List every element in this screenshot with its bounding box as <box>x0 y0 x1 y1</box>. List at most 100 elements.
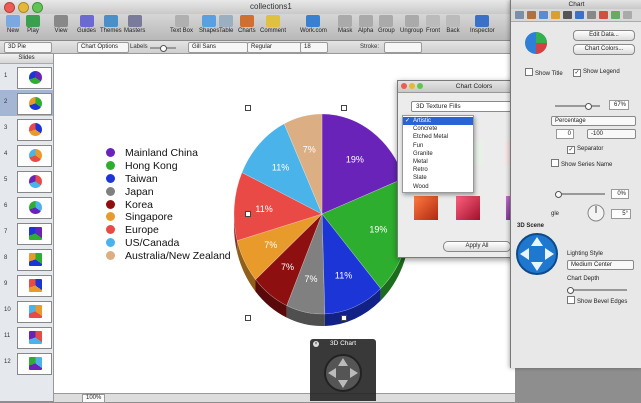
toolbar-new-button[interactable]: New <box>6 15 20 34</box>
toolbar-comment-button[interactable]: Comment <box>260 15 286 34</box>
toolbar-group-button[interactable]: Group <box>378 15 395 34</box>
slide-thumbnail[interactable] <box>17 327 52 349</box>
chart-options-button[interactable]: Chart Options <box>77 42 129 53</box>
slide-thumbnail-row[interactable]: 8 <box>0 246 53 272</box>
texture-menu-item[interactable]: Wood <box>403 183 473 191</box>
slide-thumbnail[interactable] <box>17 197 52 219</box>
chart-tab-icon[interactable] <box>599 11 608 19</box>
explode-field[interactable]: 0% <box>611 189 629 199</box>
texture-menu-item[interactable]: Metal <box>403 158 473 166</box>
metrics-tab-icon[interactable] <box>575 11 584 19</box>
texture-swatch-5[interactable] <box>456 196 480 220</box>
slide-thumbnail-row[interactable]: 9 <box>0 272 53 298</box>
slide-thumbnail-row[interactable]: 3 <box>0 116 53 142</box>
negative-format-select[interactable]: -100 <box>587 129 636 139</box>
build-tab-icon[interactable] <box>539 11 548 19</box>
texture-menu-item[interactable]: Retro <box>403 166 473 174</box>
slide-thumbnail[interactable] <box>17 93 52 115</box>
document-tab-icon[interactable] <box>515 11 524 19</box>
slide-thumbnail-row[interactable]: 12 <box>0 350 53 376</box>
show-legend-checkbox[interactable]: ✓ Show Legend <box>573 68 620 77</box>
slide-thumbnail-row[interactable]: 1 <box>0 64 53 90</box>
chart-colors-button[interactable]: Chart Colors... <box>573 44 635 55</box>
show-series-name-box[interactable] <box>551 159 559 167</box>
show-legend-box[interactable]: ✓ <box>573 69 581 77</box>
toolbar-play-button[interactable]: Play <box>26 15 40 34</box>
slide-thumbnail[interactable] <box>17 249 52 271</box>
toolbar-themes-button[interactable]: Themes <box>100 15 122 34</box>
toolbar-shapes-button[interactable]: Shapes <box>199 15 219 34</box>
slide-thumbnail[interactable] <box>17 67 52 89</box>
texture-menu-item[interactable]: Artistic <box>403 117 473 125</box>
slide-thumbnail-row[interactable]: 10 <box>0 298 53 324</box>
decimals-field[interactable]: 0 <box>556 129 574 139</box>
chart-depth-slider[interactable] <box>567 286 627 294</box>
toolbar-alpha-button[interactable]: Alpha <box>358 15 373 34</box>
toolbar-masters-button[interactable]: Masters <box>124 15 145 34</box>
toolbar-back-button[interactable]: Back <box>446 15 460 34</box>
toolbar-ungroup-button[interactable]: Ungroup <box>400 15 423 34</box>
rotation-wheel[interactable] <box>587 204 605 222</box>
show-series-name-checkbox[interactable]: Show Series Name <box>551 159 612 169</box>
selection-handle-top-left[interactable] <box>245 105 251 111</box>
slide-thumbnail-row[interactable]: 6 <box>0 194 53 220</box>
slide-thumbnail[interactable] <box>17 353 52 375</box>
slide-thumbnail[interactable] <box>17 119 52 141</box>
edit-data-button[interactable]: Edit Data... <box>573 30 635 41</box>
minimize-window-button[interactable] <box>18 2 29 13</box>
table-tab-icon[interactable] <box>587 11 596 19</box>
separator-checkbox[interactable]: ✓ Separator <box>567 145 603 154</box>
toolbar-text-box-button[interactable]: Text Box <box>170 15 193 34</box>
slide-thumbnail[interactable] <box>17 171 52 193</box>
selection-handle-left[interactable] <box>245 211 251 217</box>
show-title-box[interactable] <box>525 68 533 76</box>
toolbar-inspector-button[interactable]: Inspector <box>470 15 495 34</box>
toolbar-front-button[interactable]: Front <box>426 15 440 34</box>
toolbar-view-button[interactable]: View <box>54 15 68 34</box>
slide-thumbnail-row[interactable]: 11 <box>0 324 53 350</box>
text-tab-icon[interactable] <box>551 11 560 19</box>
texture-menu-item[interactable]: Granite <box>403 150 473 158</box>
selection-handle-bottom-left[interactable] <box>245 315 251 321</box>
toolbar-guides-button[interactable]: Guides <box>77 15 96 34</box>
quicktime-tab-icon[interactable] <box>623 11 632 19</box>
slide-type-select[interactable]: 3D Pie <box>4 42 52 53</box>
labels-slider-knob[interactable] <box>160 44 167 52</box>
close-window-button[interactable] <box>4 2 15 13</box>
stroke-style-select[interactable] <box>384 42 422 53</box>
lighting-style-select[interactable]: Medium Center <box>567 260 634 270</box>
opacity-slider-knob[interactable] <box>585 102 592 110</box>
show-title-checkbox[interactable]: Show Title <box>525 68 563 78</box>
font-size-select[interactable]: 18 <box>300 42 328 53</box>
explode-slider[interactable] <box>555 190 605 198</box>
font-family-select[interactable]: Gill Sans <box>188 42 248 53</box>
explode-slider-knob[interactable] <box>555 190 562 198</box>
slide-thumbnail[interactable] <box>17 275 52 297</box>
slide-thumbnail-row[interactable]: 5 <box>0 168 53 194</box>
slide-thumbnail-row[interactable]: 7 <box>0 220 53 246</box>
scene-rotate-control[interactable] <box>515 232 559 276</box>
hyperlink-tab-icon[interactable] <box>611 11 620 19</box>
graphic-tab-icon[interactable] <box>563 11 572 19</box>
toolbar-charts-button[interactable]: Charts <box>238 15 256 34</box>
chart-depth-slider-knob[interactable] <box>567 286 574 294</box>
texture-menu-item[interactable]: Etched Metal <box>403 133 473 141</box>
slide-thumbnail-row[interactable]: 2 <box>0 90 53 116</box>
zoom-select[interactable]: 100% <box>82 394 106 403</box>
show-bevel-edges-box[interactable] <box>567 296 575 304</box>
rotation-angle-field[interactable]: 5° <box>611 209 631 219</box>
slide-tab-icon[interactable] <box>527 11 536 19</box>
texture-menu-item[interactable]: Slate <box>403 174 473 182</box>
selection-handle-top[interactable] <box>341 105 347 111</box>
texture-menu-item[interactable]: Fun <box>403 142 473 150</box>
show-bevel-edges-checkbox[interactable]: Show Bevel Edges <box>567 296 627 306</box>
toolbar-table-button[interactable]: Table <box>219 15 233 34</box>
chart-type-icon[interactable] <box>523 30 549 56</box>
hud-close-icon[interactable]: × <box>313 341 319 347</box>
opacity-slider[interactable] <box>555 102 600 110</box>
labels-slider[interactable] <box>150 44 176 52</box>
hud-rotate-control[interactable] <box>323 353 363 393</box>
apply-all-button[interactable]: Apply All <box>443 241 511 252</box>
font-style-select[interactable]: Regular <box>247 42 303 53</box>
toolbar-work-com-button[interactable]: Work.com <box>300 15 327 34</box>
